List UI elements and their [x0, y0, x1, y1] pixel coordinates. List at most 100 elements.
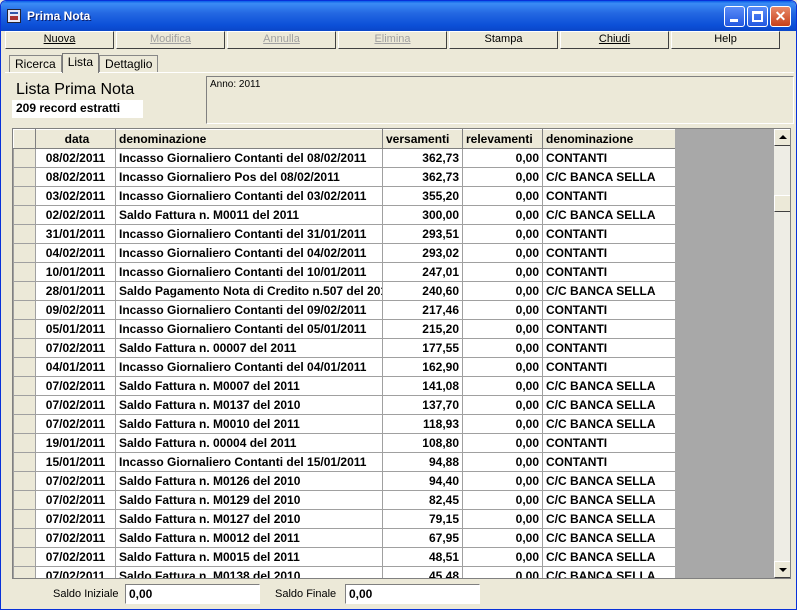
cell-versamenti: 162,90: [382, 357, 463, 377]
row-selector[interactable]: [13, 452, 36, 472]
tab-ricerca[interactable]: Ricerca: [9, 55, 62, 73]
records-grid[interactable]: data denominazione versamenti relevamenti de…: [12, 128, 791, 579]
column-header-data[interactable]: data: [35, 129, 116, 149]
table-row[interactable]: 07/02/2011 Saldo Fattura n. M0015 del 201…: [13, 547, 675, 567]
table-row[interactable]: 10/01/2011 Incasso Giornaliero Contanti d…: [13, 262, 675, 282]
row-selector[interactable]: [13, 319, 36, 339]
table-row[interactable]: 04/02/2011 Incasso Giornaliero Contanti d…: [13, 243, 675, 263]
column-header-denominazione[interactable]: denominazione: [115, 129, 383, 149]
tab-dettaglio[interactable]: Dettaglio: [99, 55, 159, 73]
row-selector[interactable]: [13, 509, 36, 529]
cell-data: 03/02/2011: [35, 186, 116, 206]
cell-denominazione: Saldo Fattura n. M0126 del 2010: [115, 471, 383, 491]
cell-relevamenti: 0,00: [462, 148, 543, 168]
row-selector[interactable]: [13, 186, 36, 206]
tab-lista[interactable]: Lista: [61, 53, 100, 73]
table-row[interactable]: 07/02/2011 Saldo Fattura n. M0137 del 201…: [13, 395, 675, 415]
table-row[interactable]: 08/02/2011 Incasso Giornaliero Contanti d…: [13, 148, 675, 168]
close-button[interactable]: ✕: [770, 6, 791, 27]
row-selector[interactable]: [13, 566, 36, 578]
row-selector[interactable]: [13, 300, 36, 320]
cell-versamenti: 108,80: [382, 433, 463, 453]
table-row[interactable]: 02/02/2011 Saldo Fattura n. M0011 del 201…: [13, 205, 675, 225]
nuova-button[interactable]: Nuova: [5, 31, 114, 49]
row-selector[interactable]: [13, 414, 36, 434]
cell-denominazione: Saldo Fattura n. M0010 del 2011: [115, 414, 383, 434]
row-selector[interactable]: [13, 376, 36, 396]
table-row[interactable]: 05/01/2011 Incasso Giornaliero Contanti d…: [13, 319, 675, 339]
cell-relevamenti: 0,00: [462, 357, 543, 377]
cell-versamenti: 240,60: [382, 281, 463, 301]
table-row[interactable]: 08/02/2011 Incasso Giornaliero Pos del 08…: [13, 167, 675, 187]
cell-conto: C/C BANCA SELLA: [542, 167, 675, 187]
cell-conto: CONTANTI: [542, 357, 675, 377]
cell-relevamenti: 0,00: [462, 376, 543, 396]
action-toolbar: Nuova Modifica Annulla Elimina Stampa Chiudi H…: [5, 31, 794, 49]
table-row[interactable]: 04/01/2011 Incasso Giornaliero Contanti d…: [13, 357, 675, 377]
table-row[interactable]: 07/02/2011 Saldo Fattura n. M0126 del 201…: [13, 471, 675, 491]
row-selector[interactable]: [13, 471, 36, 491]
cell-relevamenti: 0,00: [462, 452, 543, 472]
column-header-relevamenti[interactable]: relevamenti: [462, 129, 543, 149]
cell-data: 07/02/2011: [35, 490, 116, 510]
row-selector[interactable]: [13, 224, 36, 244]
row-selector[interactable]: [13, 262, 36, 282]
row-selector[interactable]: [13, 357, 36, 377]
saldo-finale-field[interactable]: 0,00: [345, 584, 480, 604]
arrow-down-icon: [779, 568, 787, 572]
cell-versamenti: 355,20: [382, 186, 463, 206]
column-header-versamenti[interactable]: versamenti: [382, 129, 463, 149]
cell-relevamenti: 0,00: [462, 414, 543, 434]
table-row[interactable]: 07/02/2011 Saldo Fattura n. 00007 del 201…: [13, 338, 675, 358]
chiudi-button[interactable]: Chiudi: [560, 31, 669, 49]
stampa-button[interactable]: Stampa: [449, 31, 558, 49]
help-button[interactable]: Help: [671, 31, 780, 49]
row-selector[interactable]: [13, 338, 36, 358]
table-row[interactable]: 31/01/2011 Incasso Giornaliero Contanti d…: [13, 224, 675, 244]
table-row[interactable]: 28/01/2011 Saldo Pagamento Nota di Credit…: [13, 281, 675, 301]
cell-conto: C/C BANCA SELLA: [542, 547, 675, 567]
table-row[interactable]: 07/02/2011 Saldo Fattura n. M0012 del 201…: [13, 528, 675, 548]
table-row[interactable]: 07/02/2011 Saldo Fattura n. M0007 del 201…: [13, 376, 675, 396]
row-selector[interactable]: [13, 433, 36, 453]
cell-data: 07/02/2011: [35, 528, 116, 548]
table-row[interactable]: 07/02/2011 Saldo Fattura n. M0010 del 201…: [13, 414, 675, 434]
table-row[interactable]: 07/02/2011 Saldo Fattura n. M0138 del 201…: [13, 566, 675, 578]
row-selector[interactable]: [13, 167, 36, 187]
cell-relevamenti: 0,00: [462, 547, 543, 567]
table-row[interactable]: 15/01/2011 Incasso Giornaliero Contanti d…: [13, 452, 675, 472]
table-row[interactable]: 07/02/2011 Saldo Fattura n. M0129 del 201…: [13, 490, 675, 510]
table-row[interactable]: 09/02/2011 Incasso Giornaliero Contanti d…: [13, 300, 675, 320]
cell-conto: C/C BANCA SELLA: [542, 490, 675, 510]
table-row[interactable]: 03/02/2011 Incasso Giornaliero Contanti d…: [13, 186, 675, 206]
row-selector[interactable]: [13, 281, 36, 301]
cell-conto: C/C BANCA SELLA: [542, 414, 675, 434]
close-icon: ✕: [774, 8, 787, 24]
elimina-button-label: Elimina: [374, 33, 411, 45]
row-selector[interactable]: [13, 148, 36, 168]
column-header-denominazione-conto[interactable]: denominazione: [542, 129, 675, 149]
scroll-down-button[interactable]: [774, 561, 790, 578]
scroll-thumb[interactable]: [774, 195, 790, 212]
table-row[interactable]: 07/02/2011 Saldo Fattura n. M0127 del 201…: [13, 509, 675, 529]
row-selector[interactable]: [13, 395, 36, 415]
row-selector[interactable]: [13, 528, 36, 548]
cell-versamenti: 300,00: [382, 205, 463, 225]
table-header-row: data denominazione versamenti relevamenti de…: [13, 129, 675, 149]
cell-data: 04/01/2011: [35, 357, 116, 377]
vertical-scrollbar[interactable]: [774, 129, 790, 578]
row-selector[interactable]: [13, 547, 36, 567]
row-selector[interactable]: [13, 490, 36, 510]
minimize-button[interactable]: [724, 6, 745, 27]
row-selector[interactable]: [13, 205, 36, 225]
cell-conto: CONTANTI: [542, 300, 675, 320]
title-bar[interactable]: Prima Nota ✕: [1, 1, 796, 31]
cell-conto: C/C BANCA SELLA: [542, 281, 675, 301]
maximize-button[interactable]: [747, 6, 768, 27]
cell-denominazione: Saldo Fattura n. M0007 del 2011: [115, 376, 383, 396]
scroll-up-button[interactable]: [774, 129, 790, 146]
table-row[interactable]: 19/01/2011 Saldo Fattura n. 00004 del 201…: [13, 433, 675, 453]
saldo-iniziale-field[interactable]: 0,00: [125, 584, 260, 604]
row-selector[interactable]: [13, 243, 36, 263]
cell-data: 09/02/2011: [35, 300, 116, 320]
